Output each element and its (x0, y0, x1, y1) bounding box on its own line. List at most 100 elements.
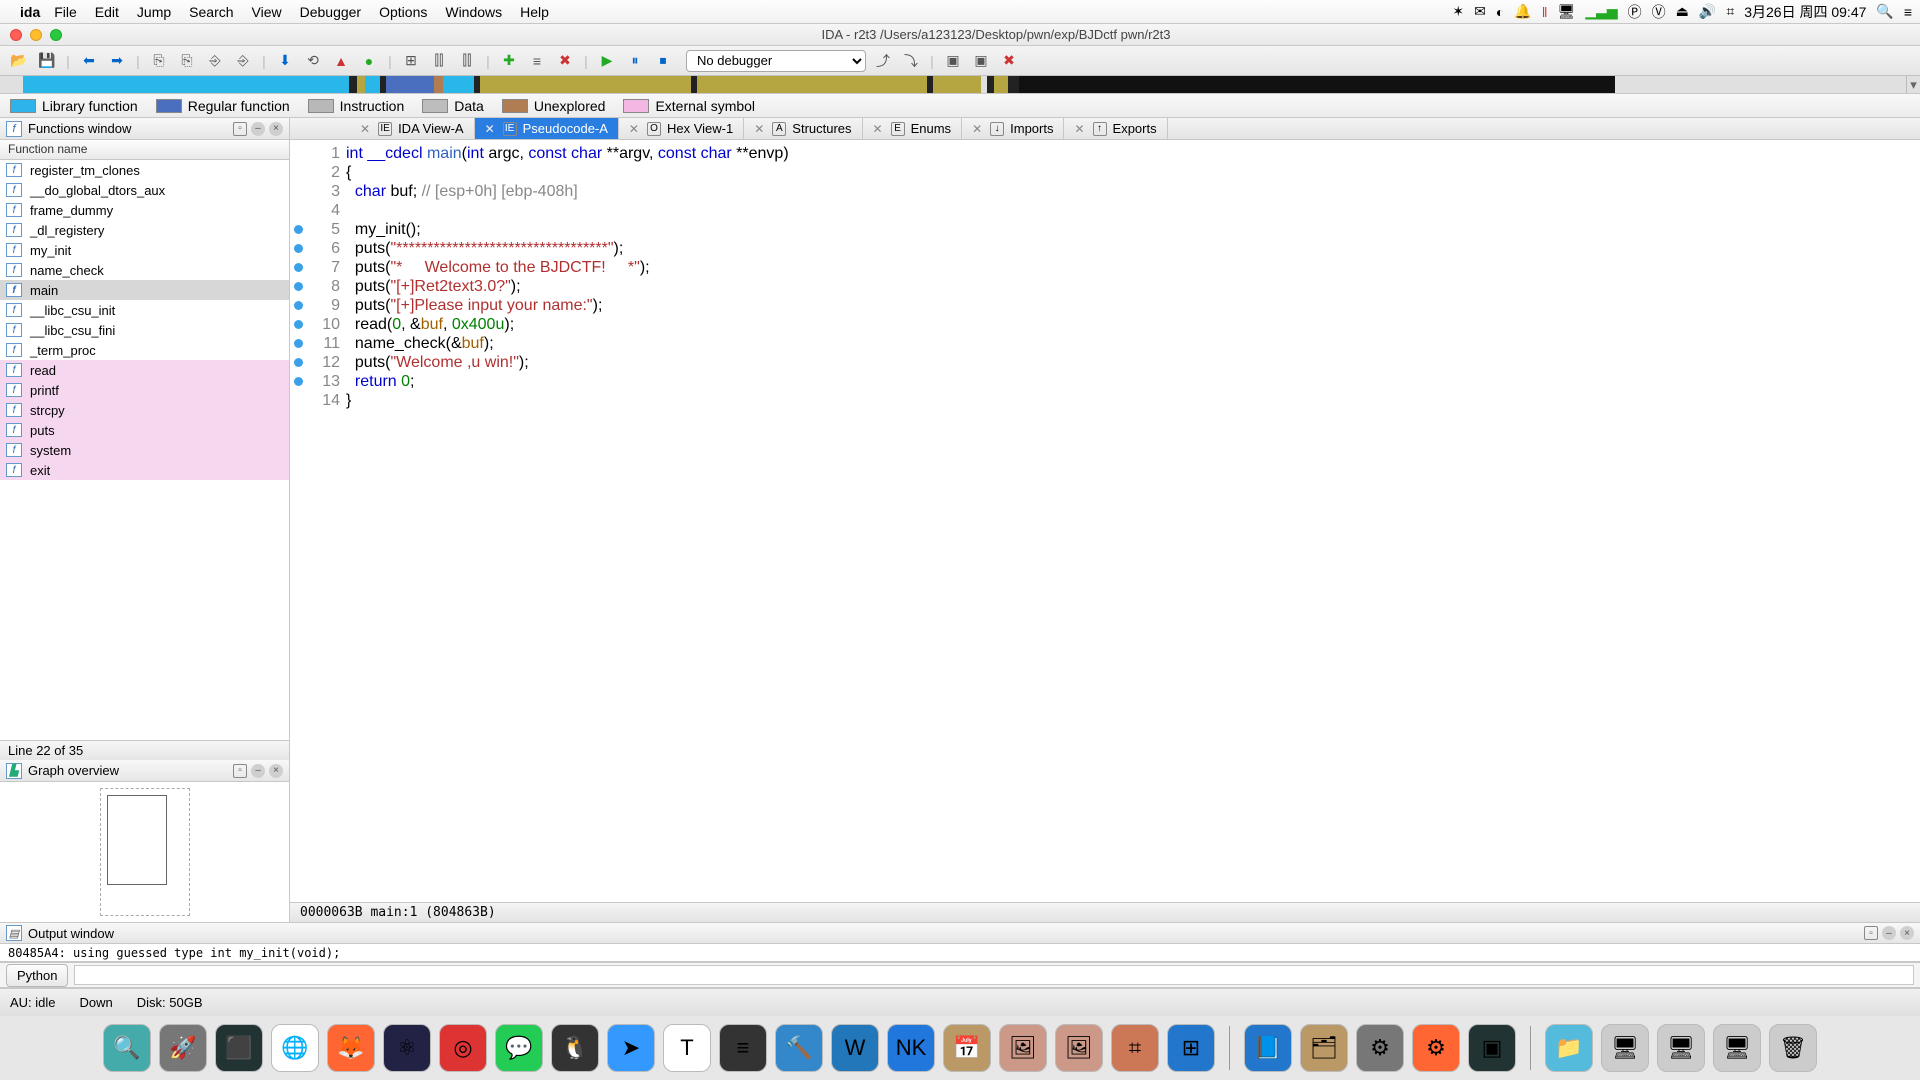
dock-app-icon[interactable]: T (663, 1024, 711, 1072)
p-icon[interactable]: Ⓟ (1628, 2, 1642, 22)
tab-imports[interactable]: ✕↓Imports (962, 118, 1064, 139)
function-row[interactable]: fmy_init (0, 240, 289, 260)
tab-hex-view-1[interactable]: ✕OHex View-1 (619, 118, 744, 139)
dock-app-icon[interactable]: 🖥 (1657, 1024, 1705, 1072)
panel-min-icon[interactable]: – (1882, 926, 1896, 940)
function-row[interactable]: fregister_tm_clones (0, 160, 289, 180)
save-icon[interactable]: 💾 (36, 50, 58, 72)
dock-app-icon[interactable]: 🔍 (103, 1024, 151, 1072)
stop-icon[interactable]: ⏹ (652, 50, 674, 72)
tool-icon[interactable]: ✖ (998, 50, 1020, 72)
tool-icon[interactable]: ⤵ (900, 50, 922, 72)
python-button[interactable]: Python (6, 964, 68, 987)
status-icon[interactable]: ✶ (1452, 3, 1464, 20)
tool-icon[interactable]: ⫿⫿ (428, 50, 450, 72)
panel-min-icon[interactable]: – (251, 122, 265, 136)
dock-app-icon[interactable]: 🖥 (1601, 1024, 1649, 1072)
menu-windows[interactable]: Windows (445, 4, 502, 20)
panel-max-icon[interactable]: ▫ (233, 122, 247, 136)
v-icon[interactable]: Ⓥ (1652, 2, 1666, 22)
menu-view[interactable]: View (252, 4, 282, 20)
tool-icon[interactable]: ⊞ (400, 50, 422, 72)
functions-list[interactable]: fregister_tm_clonesf__do_global_dtors_au… (0, 160, 289, 740)
debugger-select[interactable]: No debugger (686, 50, 866, 72)
graph-overview[interactable] (0, 782, 289, 922)
function-row[interactable]: f__do_global_dtors_aux (0, 180, 289, 200)
wechat-icon[interactable]: ✉ (1474, 3, 1486, 20)
tool-icon[interactable]: ⤴ (872, 50, 894, 72)
down-icon[interactable]: ⬇ (274, 50, 296, 72)
minimize-button[interactable] (30, 29, 42, 41)
function-row[interactable]: fprintf (0, 380, 289, 400)
dock-app-icon[interactable]: ≡ (719, 1024, 767, 1072)
close-icon[interactable]: ✕ (754, 122, 764, 136)
tab-exports[interactable]: ✕↑Exports (1064, 118, 1167, 139)
menu-file[interactable]: File (54, 4, 77, 20)
function-row[interactable]: f__libc_csu_fini (0, 320, 289, 340)
function-row[interactable]: fread (0, 360, 289, 380)
panel-close-icon[interactable]: × (269, 122, 283, 136)
tab-structures[interactable]: ✕AStructures (744, 118, 862, 139)
dock-app-icon[interactable]: 🖼 (1055, 1024, 1103, 1072)
function-row[interactable]: f__libc_csu_init (0, 300, 289, 320)
close-icon[interactable]: ✕ (873, 122, 883, 136)
function-row[interactable]: fstrcpy (0, 400, 289, 420)
tool-icon[interactable]: ▣ (970, 50, 992, 72)
function-row[interactable]: fputs (0, 420, 289, 440)
back-icon[interactable]: ⬅ (78, 50, 100, 72)
dock-app-icon[interactable]: 📅 (943, 1024, 991, 1072)
navigation-band[interactable]: ▾ (0, 76, 1920, 94)
screen-icon[interactable]: 🖥 (1558, 3, 1576, 20)
tool-icon[interactable]: ⎆ (232, 50, 254, 72)
globe-icon[interactable]: ◐ (1496, 4, 1504, 20)
tab-ida-view-a[interactable]: ✕IEIDA View-A (350, 118, 475, 139)
function-row[interactable]: fexit (0, 460, 289, 480)
panel-max-icon[interactable]: ▫ (1864, 926, 1878, 940)
dock-app-icon[interactable]: ➤ (607, 1024, 655, 1072)
pseudocode-view[interactable]: 1234567891011121314 int __cdecl main(int… (290, 140, 1920, 902)
dock-app-icon[interactable]: 🗑 (1769, 1024, 1817, 1072)
list-icon[interactable]: ≡ (1904, 4, 1912, 20)
function-row[interactable]: f_dl_registery (0, 220, 289, 240)
eject-icon[interactable]: ⏏ (1676, 3, 1689, 20)
stop-icon[interactable]: ▲ (330, 50, 352, 72)
close-icon[interactable]: ✕ (1074, 122, 1084, 136)
dock-app-icon[interactable]: ⚙ (1356, 1024, 1404, 1072)
menu-search[interactable]: Search (189, 4, 233, 20)
tool-icon[interactable]: ⎘ (176, 50, 198, 72)
grid-icon[interactable]: ⌗ (1726, 3, 1734, 20)
bell-icon[interactable]: 🔔 (1514, 3, 1531, 20)
pause-icon[interactable]: ⏸ (624, 50, 646, 72)
output-content[interactable]: 80485A4: using guessed type int my_init(… (0, 944, 1920, 962)
dock-app-icon[interactable]: ⌗ (1111, 1024, 1159, 1072)
dock-app-icon[interactable]: 🦊 (327, 1024, 375, 1072)
panel-max-icon[interactable]: ▫ (233, 764, 247, 778)
functions-column-header[interactable]: Function name (0, 140, 289, 160)
dock-app-icon[interactable]: 📘 (1244, 1024, 1292, 1072)
dock-app-icon[interactable]: 📁 (1545, 1024, 1593, 1072)
menu-options[interactable]: Options (379, 4, 427, 20)
dock-app-icon[interactable]: 🔨 (775, 1024, 823, 1072)
function-row[interactable]: fmain (0, 280, 289, 300)
signal-icon[interactable]: ▁▃▅ (1585, 3, 1617, 20)
close-icon[interactable]: ✕ (360, 122, 370, 136)
dock-app-icon[interactable]: 🌐 (271, 1024, 319, 1072)
dock-app-icon[interactable]: ⚙ (1412, 1024, 1460, 1072)
tool-icon[interactable]: ⫿⫿ (456, 50, 478, 72)
dock-app-icon[interactable]: NK (887, 1024, 935, 1072)
tab-pseudocode-a[interactable]: ✕IEPseudocode-A (475, 118, 619, 139)
fwd-icon[interactable]: ➡ (106, 50, 128, 72)
function-row[interactable]: fsystem (0, 440, 289, 460)
app-name[interactable]: ida (20, 4, 40, 20)
dock-app-icon[interactable]: ⬛ (215, 1024, 263, 1072)
play-icon[interactable]: ▶ (596, 50, 618, 72)
function-row[interactable]: fframe_dummy (0, 200, 289, 220)
dock-app-icon[interactable]: 🖥 (1713, 1024, 1761, 1072)
menu-jump[interactable]: Jump (137, 4, 171, 20)
tool-icon[interactable]: ⎘ (148, 50, 170, 72)
menu-help[interactable]: Help (520, 4, 549, 20)
zoom-button[interactable] (50, 29, 62, 41)
run-icon[interactable]: ● (358, 50, 380, 72)
open-icon[interactable]: 📂 (8, 50, 30, 72)
tab-enums[interactable]: ✕EEnums (863, 118, 963, 139)
